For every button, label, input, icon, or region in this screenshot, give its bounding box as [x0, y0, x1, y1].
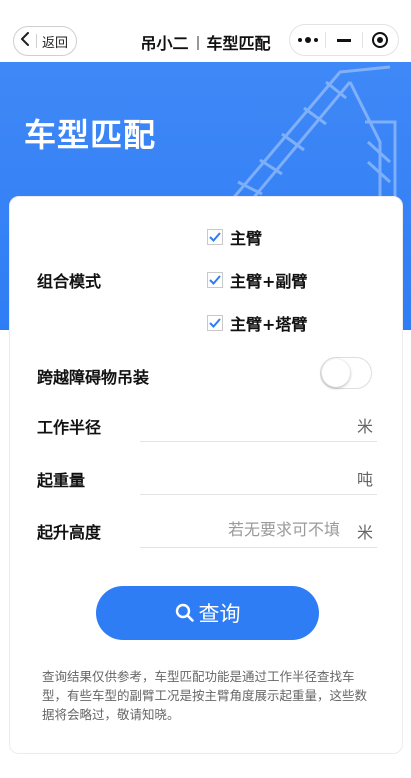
minimize-button[interactable] [326, 25, 361, 55]
radius-field: 米 [140, 407, 377, 442]
option-label: 主臂+塔臂 [230, 315, 308, 334]
obstacle-toggle[interactable] [320, 357, 372, 389]
miniprogram-capsule [289, 24, 399, 56]
disclaimer-note: 查询结果仅供参考，车型匹配功能是通过工作半径查找车型，有些车型的副臂工况是按主臂… [42, 669, 368, 722]
banner-title: 车型匹配 [24, 116, 157, 154]
close-button[interactable] [363, 25, 398, 55]
combo-mode-label: 组合模式 [37, 272, 102, 291]
toggle-knob [322, 359, 350, 387]
weight-unit: 吨 [356, 470, 373, 489]
checkbox[interactable] [207, 229, 223, 245]
crane-illustration-icon [228, 65, 397, 202]
height-input[interactable] [140, 513, 340, 545]
option-label: 主臂 [230, 229, 263, 248]
minus-icon [336, 38, 351, 42]
obstacle-label: 跨越障碍物吊装 [37, 368, 150, 387]
option-main-jib[interactable]: 主臂+副臂 [207, 268, 307, 292]
query-button-label: 查询 [198, 602, 241, 626]
height-field: 米 [140, 513, 377, 548]
target-icon [372, 32, 389, 48]
app-name: 吊小二 [140, 34, 189, 53]
weight-input[interactable] [140, 460, 340, 492]
page-name: 车型匹配 [206, 34, 271, 53]
navigation-bar: 返回 吊小二 车型匹配 [0, 0, 411, 62]
radius-unit: 米 [356, 417, 373, 436]
checkmark-icon [209, 275, 221, 285]
more-button[interactable] [290, 25, 325, 55]
radius-label: 工作半径 [37, 418, 102, 437]
more-dots-icon [297, 37, 318, 43]
option-main-arm[interactable]: 主臂 [207, 225, 262, 249]
height-unit: 米 [356, 523, 373, 542]
checkmark-icon [209, 232, 221, 242]
radius-input[interactable] [140, 407, 340, 439]
query-button[interactable]: 查询 [96, 586, 319, 640]
weight-label: 起重量 [37, 471, 86, 490]
checkbox[interactable] [207, 272, 223, 288]
checkmark-icon [209, 318, 221, 328]
option-label: 主臂+副臂 [230, 272, 308, 291]
option-main-tower[interactable]: 主臂+塔臂 [207, 311, 307, 335]
match-form-card: 组合模式 主臂 主臂+副臂 主臂+塔臂 跨越障碍物吊装 工作半径 米 起重量 吨… [9, 196, 403, 754]
weight-field: 吨 [140, 460, 377, 495]
search-icon [175, 603, 195, 623]
title-divider [196, 36, 199, 50]
height-label: 起升高度 [37, 523, 102, 542]
checkbox[interactable] [207, 315, 223, 331]
